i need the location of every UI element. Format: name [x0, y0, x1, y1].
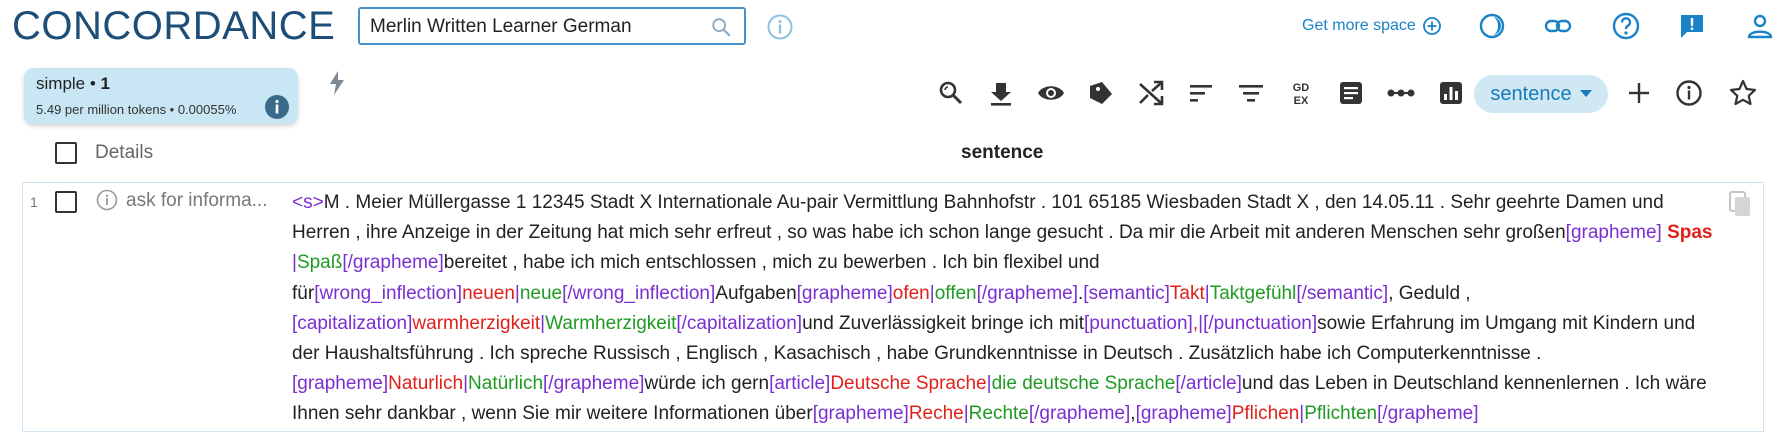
error-token: warmherzigkeit	[412, 312, 541, 334]
view-select-label: sentence	[1490, 82, 1572, 105]
sentence-column-header[interactable]: sentence	[961, 142, 1043, 164]
annotation-tag: [grapheme]	[292, 373, 389, 395]
view-select-dropdown[interactable]: sentence	[1474, 75, 1608, 113]
select-all-checkbox[interactable]	[55, 142, 77, 164]
download-icon[interactable]	[986, 78, 1016, 108]
collocation-icon[interactable]	[1386, 78, 1416, 108]
details-column-header: Details	[95, 142, 154, 163]
annotation-tag: [/article]	[1175, 373, 1242, 395]
sentence-token: und Zuverlässigkeit bringe ich mit	[802, 312, 1085, 334]
add-circle-icon	[1422, 17, 1441, 35]
query-count: 1	[100, 74, 110, 93]
annotation-tag: [/punctuation]	[1203, 312, 1318, 334]
corpus-search-box[interactable]	[358, 7, 746, 45]
error-token: neuen	[462, 282, 515, 304]
error-token: Takt	[1169, 282, 1205, 304]
annotation-tag: [grapheme]	[1135, 403, 1232, 425]
label-icon[interactable]	[1086, 78, 1116, 108]
correction-token: Natürlich	[468, 373, 544, 395]
row-number: 1	[30, 194, 38, 210]
info-icon[interactable]	[264, 94, 290, 120]
shuffle-icon[interactable]	[1136, 78, 1166, 108]
annotation-tag: [/grapheme]	[543, 373, 645, 395]
annotation-tag: [grapheme]	[796, 282, 893, 304]
svg-text:GD: GD	[1293, 82, 1310, 94]
search-input[interactable]	[368, 15, 692, 39]
error-token: Reche	[908, 403, 964, 425]
frequency-icon[interactable]	[1436, 78, 1466, 108]
error-token: Spas	[1667, 222, 1713, 244]
annotation-tag: [/capitalization]	[676, 312, 803, 334]
gdex-icon[interactable]: GD EX	[1286, 78, 1316, 108]
svg-text:EX: EX	[1294, 95, 1309, 107]
correction-token: Warmherzigkeit	[545, 312, 677, 334]
row-checkbox[interactable]	[55, 191, 77, 213]
query-frequency: 5.49 per million tokens • 0.00055%	[36, 102, 237, 117]
sentence-token: Aufgaben	[715, 282, 797, 304]
annotation-tag: [/grapheme]	[1028, 403, 1131, 425]
theme-icon[interactable]	[1476, 10, 1508, 42]
correction-token: neue	[519, 282, 563, 304]
annotation-tag: [grapheme]	[1565, 222, 1668, 244]
annotation-tag: [article]	[769, 373, 831, 395]
correction-token: die deutsche Sprache	[991, 373, 1176, 395]
correction-token: Pflichten	[1304, 403, 1378, 425]
annotation-tag: [grapheme]	[812, 403, 909, 425]
correction-token: Taktgefühl	[1209, 282, 1297, 304]
correction-token: offen	[934, 282, 977, 304]
text-type-icon[interactable]	[1336, 78, 1366, 108]
annotation-tag: [/grapheme]	[1377, 403, 1479, 425]
annotation-tag: [semantic]	[1083, 282, 1170, 304]
sort-icon[interactable]	[1186, 78, 1216, 108]
caret-down-icon	[1579, 90, 1592, 97]
view-icon[interactable]	[1036, 78, 1066, 108]
sentence-token: würde ich gern	[644, 373, 770, 395]
error-token: Deutsche Sprache	[830, 373, 987, 395]
star-icon[interactable]	[1728, 78, 1758, 108]
info-icon[interactable]	[766, 13, 794, 41]
annotation-tag: [/wrong_inflection]	[562, 282, 716, 304]
sentence-token: M . Meier Müllergasse 1 12345 Stadt X In…	[292, 192, 1664, 244]
help-icon[interactable]	[1610, 10, 1642, 42]
concordance-sentence[interactable]: <s>M . Meier Müllergasse 1 12345 Stadt X…	[292, 188, 1722, 430]
correction-token: Rechte	[968, 403, 1029, 425]
link-icon[interactable]	[1542, 10, 1574, 42]
copy-icon[interactable]	[1728, 190, 1752, 218]
annotation-tag: [capitalization]	[292, 312, 413, 334]
annotation-tag: [punctuation]	[1084, 312, 1193, 334]
filter-icon[interactable]	[1236, 78, 1266, 108]
get-more-space-button[interactable]: Get more space	[1302, 16, 1442, 36]
user-icon[interactable]	[1744, 10, 1776, 42]
info-icon[interactable]	[1674, 78, 1704, 108]
search-icon[interactable]	[710, 16, 732, 38]
zoom-icon[interactable]	[936, 78, 966, 108]
error-token: ofen	[892, 282, 930, 304]
get-more-space-label: Get more space	[1302, 17, 1416, 34]
add-icon[interactable]	[1624, 78, 1654, 108]
annotation-tag: <s>	[292, 192, 324, 213]
correction-token: Spaß	[296, 252, 343, 274]
annotation-tag: [wrong_inflection]	[314, 282, 463, 304]
query-type: simple • 1	[36, 74, 110, 93]
row-details[interactable]: ask for informa...	[126, 190, 268, 212]
app-title: CONCORDANCE	[12, 4, 336, 48]
annotation-tag: [/semantic]	[1296, 282, 1389, 304]
annotation-tag: [/grapheme]	[976, 282, 1079, 304]
info-icon[interactable]	[96, 189, 118, 211]
annotation-tag: [/grapheme]	[342, 252, 444, 274]
error-token: Naturlich	[388, 373, 464, 395]
query-summary[interactable]: simple • 1 5.49 per million tokens • 0.0…	[24, 68, 298, 124]
sentence-token: , Geduld ,	[1388, 282, 1471, 304]
error-token: Pflichen	[1231, 403, 1300, 425]
feedback-icon[interactable]	[1676, 10, 1708, 42]
flash-icon[interactable]	[327, 70, 347, 96]
